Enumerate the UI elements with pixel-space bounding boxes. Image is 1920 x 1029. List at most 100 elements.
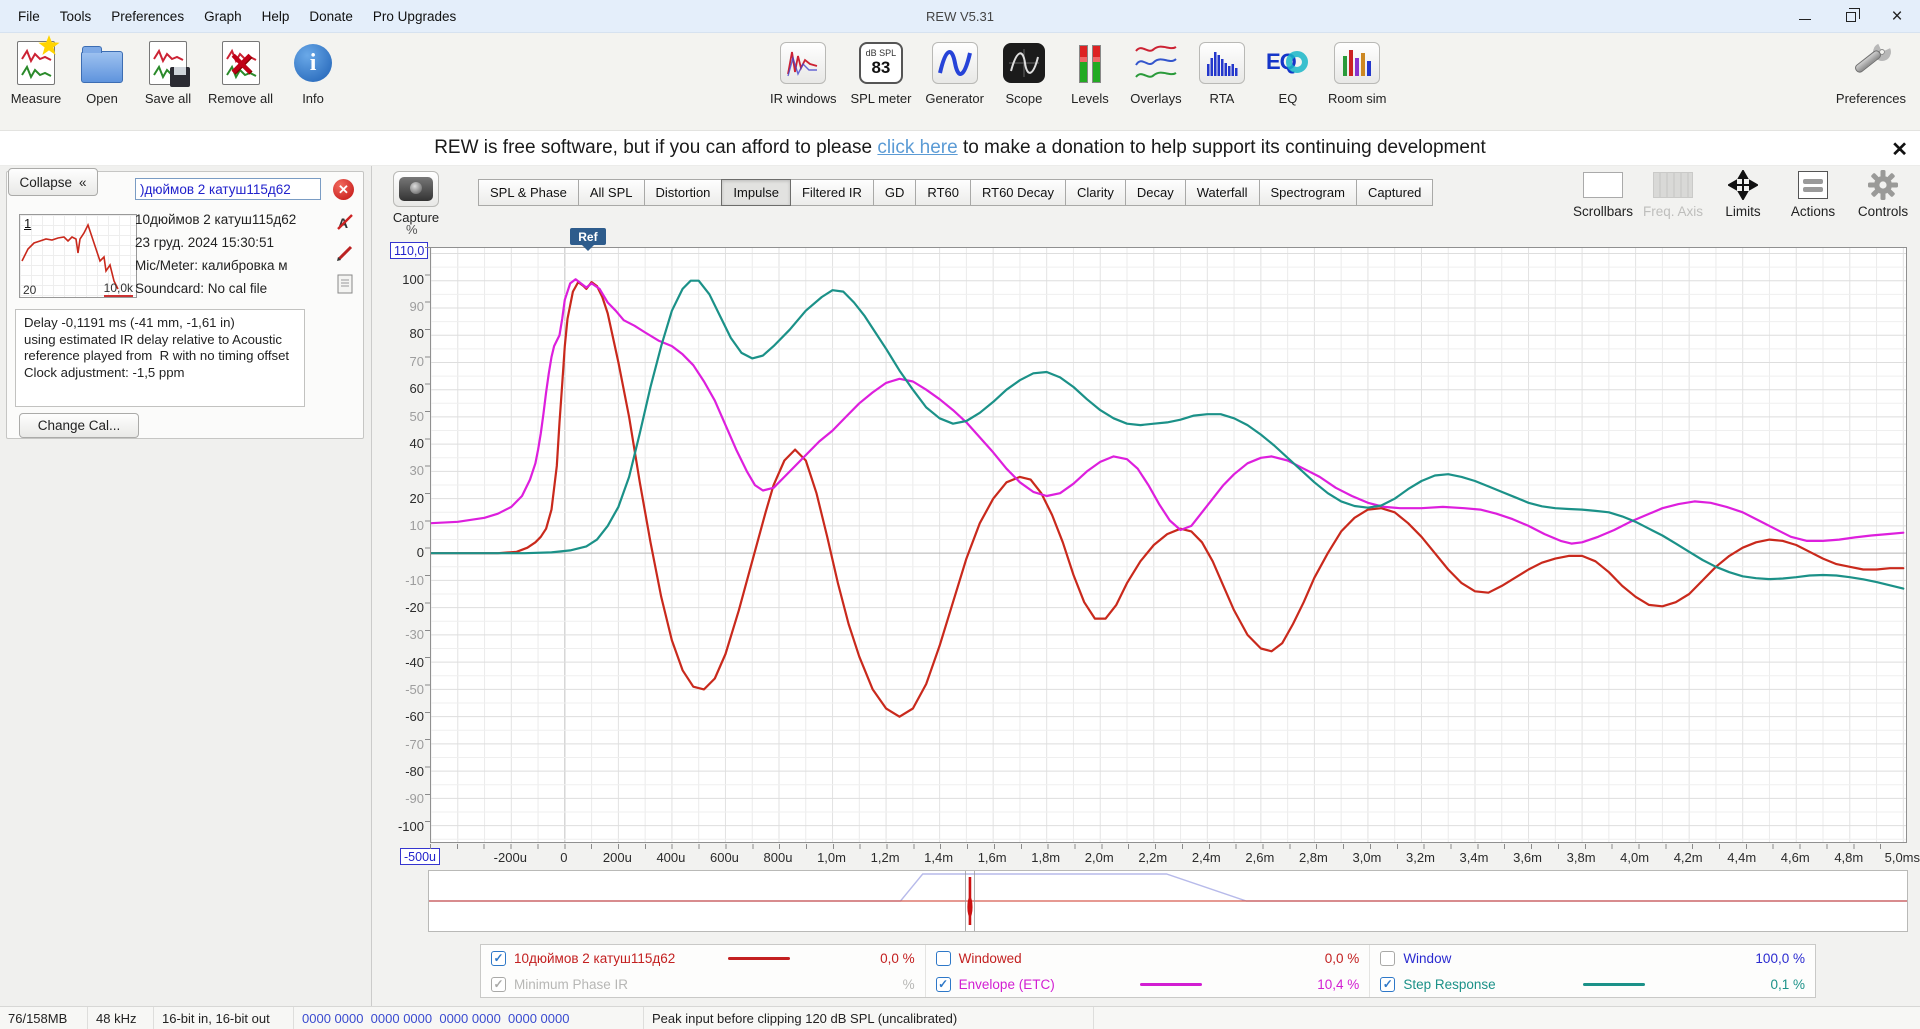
checkbox-envelope-etc-[interactable]: ✓ [935,976,951,992]
delete-measurement-button[interactable]: ✕ [333,179,354,200]
menu-graph[interactable]: Graph [194,0,252,33]
y-tick-label--50: -50 [405,681,424,697]
camera-icon [399,177,433,201]
info-icon: i [294,44,333,82]
toolbar-left-group: Measure Open Save all × Remove all i Info [10,35,339,106]
measurement-card[interactable]: 1 20 10,0k ✕ 10дюймов 2 катуш115д62 23 гр… [6,171,364,439]
legend-item-windowed: Windowed 0,0 % [926,945,1370,971]
measurement-title-input[interactable] [135,178,321,200]
capture-button[interactable]: Capture [386,171,446,225]
checkbox-window[interactable] [1380,950,1396,966]
x-tick-label-1,0m: 1,0m [817,850,846,865]
menu-file[interactable]: File [8,0,50,33]
toolbar-button-overlays[interactable]: Overlays [1130,39,1182,106]
thumbnail-xmin-label: 20 [23,283,37,297]
tab-decay[interactable]: Decay [1124,179,1186,206]
collapse-panel-button[interactable]: Collapse « [8,168,98,196]
tab-filtered-ir[interactable]: Filtered IR [789,179,874,206]
toolbar-button-open[interactable]: Open [76,39,128,106]
x-tick-label-1,8m: 1,8m [1031,850,1061,865]
menu-preferences[interactable]: Preferences [101,0,194,33]
x-tick-label-4,8m: 4,8m [1834,850,1864,865]
donation-link[interactable]: click here [877,137,957,158]
ref-time-marker[interactable]: Ref [569,228,606,251]
notes-icon[interactable] [335,274,355,294]
toolbar-center-group: IR windows dB SPL 83 SPL meter Generator Scop… [770,39,1386,106]
impulse-plot-area[interactable] [429,247,1907,843]
legend-column-2: Windowed 0,0 % ✓ Envelope (ETC) 10,4 % [926,945,1371,997]
toolbar-button-preferences[interactable]: Preferences [1836,39,1906,106]
toolbar-button-measure[interactable]: Measure [10,35,62,106]
graph-button-freq-axis: Freq. Axis [1642,170,1704,219]
legend-value: % [902,976,915,992]
tab-clarity[interactable]: Clarity [1065,179,1126,206]
x-tick-label-3,8m: 3,8m [1566,850,1596,865]
y-tick-label-80: 80 [409,326,424,342]
y-axis-max-field[interactable]: 110,0 [390,242,429,259]
toolbar-button-room-sim[interactable]: Room sim [1328,39,1386,106]
checkbox-10дюймов-2-катуш115д62[interactable]: ✓ [491,950,506,966]
statusbar-cell-3: 16-bit in, 16-bit out [154,1007,294,1029]
trace-color-pencil-icon[interactable] [335,243,355,263]
toolbar-button-remove-all[interactable]: × Remove all [208,39,273,106]
legend-item-window: Window 100,0 % [1370,945,1815,971]
tab-impulse[interactable]: Impulse [721,179,791,206]
toolbar-button-label: SPL meter [850,91,912,106]
statusbar-cell-2: 48 kHz [88,1007,154,1029]
measurement-info: 10дюймов 2 катуш115д62 23 груд. 2024 15:3… [135,208,325,300]
banner-post-text: to make a donation to help support its c… [962,137,1486,158]
banner-close-icon[interactable]: ✕ [1891,137,1908,162]
measurement-thumbnail[interactable]: 1 20 10,0k [19,214,137,298]
tab-waterfall[interactable]: Waterfall [1184,179,1260,206]
change-cal-button[interactable]: Change Cal... [19,413,139,438]
toolbar-button-spl-meter[interactable]: dB SPL 83 SPL meter [850,39,911,106]
x-tick-label-1,2m: 1,2m [870,850,900,865]
tab-rt60[interactable]: RT60 [915,179,971,206]
menu-donate[interactable]: Donate [299,0,363,33]
graph-button-limits[interactable]: Limits [1712,170,1774,219]
legend-value: 0,0 % [1324,950,1360,966]
titlebar: File Tools Preferences Graph Help Donate Pro U… [0,0,1920,33]
checkbox-windowed[interactable] [935,950,951,966]
menu-pro-upgrades[interactable]: Pro Upgrades [363,0,466,33]
toolbar-button-generator[interactable]: Generator [925,39,984,106]
close-button[interactable]: × [1874,0,1920,33]
restore-button[interactable] [1828,0,1874,33]
toolbar-button-ir-windows[interactable]: IR windows [770,39,836,106]
y-tick-label--70: -70 [405,736,424,752]
tab-gd[interactable]: GD [872,179,917,206]
tab-distortion[interactable]: Distortion [643,179,723,206]
graph-button-controls[interactable]: Controls [1852,170,1914,219]
graph-button-scrollbars[interactable]: Scrollbars [1572,170,1634,219]
checkbox-minimum-phase-ir[interactable]: ✓ [491,976,506,992]
overview-strip-svg [429,871,1907,931]
toolbar-button-save-all[interactable]: Save all [142,39,194,106]
y-tick-label--30: -30 [405,627,424,643]
menu-tools[interactable]: Tools [50,0,102,33]
checkbox-step-response[interactable]: ✓ [1380,976,1396,992]
toolbar-button-info[interactable]: i Info [287,39,339,106]
x-tick-label-800u: 800u [763,850,793,865]
tab-all-spl[interactable]: All SPL [577,179,645,206]
toolbar-button-scope[interactable]: Scope [998,39,1050,106]
tab-rt60-decay[interactable]: RT60 Decay [969,179,1066,206]
menu-help[interactable]: Help [252,0,300,33]
x-tick-label-2,2m: 2,2m [1138,850,1168,865]
minimize-button[interactable] [1782,0,1828,33]
overview-strip[interactable] [428,870,1908,932]
measurement-info-line-1: 10дюймов 2 катуш115д62 [135,212,297,227]
x-axis-min-field[interactable]: -500u [400,848,440,865]
legend-line-swatch [1140,982,1202,986]
toolbar-button-levels[interactable]: Levels [1064,39,1116,106]
generator-icon [931,42,978,84]
graph-button-actions[interactable]: Actions [1782,170,1844,219]
tab-spectrogram[interactable]: Spectrogram [1258,179,1357,206]
toolbar-button-eq[interactable]: EQ EQ [1262,39,1314,106]
tab-captured[interactable]: Captured [1355,179,1434,206]
toolbar-button-rta[interactable]: RTA [1196,39,1248,106]
statusbar-cell-6 [1094,1007,1920,1029]
trace-style-icon[interactable]: A [335,212,355,232]
graph-panel: Capture SPL & Phase All SPL Distortion Impu… [372,166,1920,1006]
y-tick-label-100: 100 [402,271,424,287]
tab-spl-phase[interactable]: SPL & Phase [478,179,579,206]
